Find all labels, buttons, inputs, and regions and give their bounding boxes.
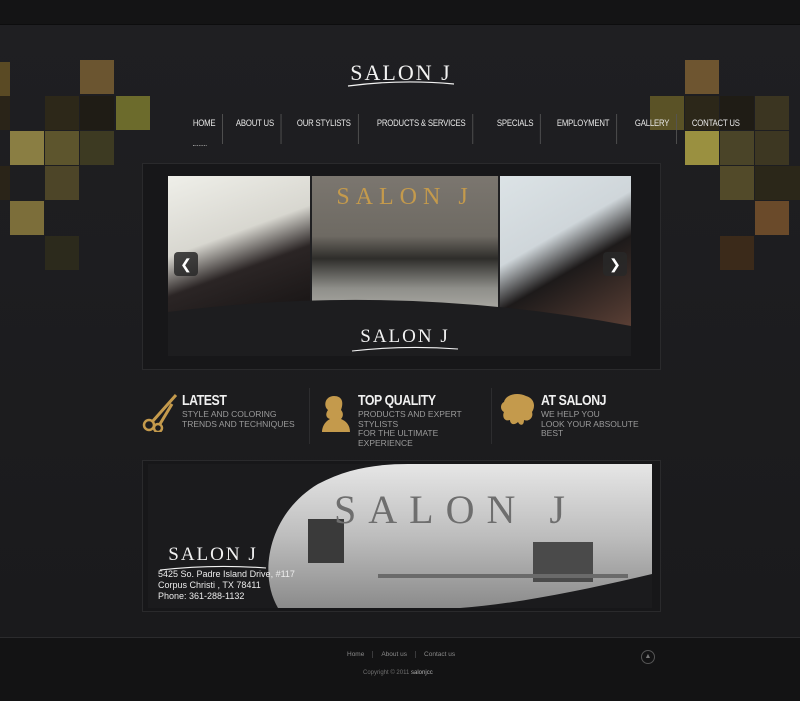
slider-logo-text: SALON J <box>360 326 450 347</box>
nav-item-contact-us[interactable]: CONTACT US <box>685 114 747 144</box>
feature-text: WE HELP YOU LOOK YOUR ABSOLUTE BEST <box>541 409 639 438</box>
feature-divider <box>309 388 310 444</box>
scissors-icon <box>142 394 178 432</box>
banner-logo-text: SALON J <box>168 544 258 565</box>
banner-salon-sign: SALON J <box>334 487 577 532</box>
nav-item-specials[interactable]: SPECIALS <box>490 114 542 144</box>
site-logo[interactable]: SALON J <box>346 60 456 87</box>
chevron-left-icon: ❮ <box>180 256 192 272</box>
hair-silhouette-icon <box>501 394 534 425</box>
nav-item-home[interactable]: HOME <box>186 114 224 146</box>
address-line-1: 5425 So. Padre Island Drive, #117 <box>158 569 295 579</box>
footer-links: Home About us Contact us <box>339 651 463 658</box>
feature-text: STYLE AND COLORING TRENDS AND TECHNIQUES <box>182 409 295 429</box>
feature-latest: LATEST STYLE AND COLORING TRENDS AND TEC… <box>142 392 307 444</box>
footer <box>0 637 800 701</box>
nav-item-products-services[interactable]: PRODUCTS & SERVICES <box>370 114 474 144</box>
salon-sign: SALON J <box>336 184 474 210</box>
nav-item-about-us[interactable]: ABOUT US <box>229 114 282 144</box>
feature-text: PRODUCTS AND EXPERT STYLISTS FOR THE ULT… <box>358 409 462 448</box>
feature-title: LATEST <box>182 392 227 409</box>
feature-title: TOP QUALITY <box>358 392 436 409</box>
logo-swoosh <box>347 81 455 87</box>
back-to-top-button[interactable]: ▲ <box>641 650 655 664</box>
arrow-up-icon: ▲ <box>644 653 652 660</box>
copyright-text: Copyright © 2011 <box>363 670 410 676</box>
woman-silhouette-icon <box>322 396 350 432</box>
phone-number: Phone: 361-288-1132 <box>158 591 245 601</box>
chevron-right-icon: ❯ <box>609 256 621 272</box>
footer-link-about-us[interactable]: About us <box>373 651 417 658</box>
address-block: 5425 So. Padre Island Drive, #117 Corpus… <box>158 569 295 602</box>
copyright-brand[interactable]: salonjcc <box>411 670 433 676</box>
slider-next-button[interactable]: ❯ <box>603 252 627 276</box>
feature-divider <box>491 388 492 444</box>
footer-link-contact-us[interactable]: Contact us <box>416 651 463 658</box>
main-nav: HOME ABOUT US OUR STYLISTS PRODUCTS & SE… <box>186 114 756 146</box>
address-line-2: Corpus Christi , TX 78411 <box>158 580 261 590</box>
nav-item-gallery[interactable]: GALLERY <box>628 114 677 144</box>
slider-logo-swoosh <box>351 346 459 352</box>
nav-item-our-stylists[interactable]: OUR STYLISTS <box>290 114 359 144</box>
footer-link-home[interactable]: Home <box>339 651 374 658</box>
feature-at-salonj: AT SALONJ WE HELP YOU LOOK YOUR ABSOLUTE… <box>500 392 660 444</box>
copyright: Copyright © 2011 salonjcc <box>363 670 433 676</box>
feature-top-quality: TOP QUALITY PRODUCTS AND EXPERT STYLISTS… <box>320 392 490 447</box>
slider-prev-button[interactable]: ❮ <box>174 252 198 276</box>
nav-item-employment[interactable]: EMPLOYMENT <box>550 114 617 144</box>
banner-logo: SALON J <box>158 544 268 571</box>
feature-title: AT SALONJ <box>541 392 607 409</box>
slider-logo: SALON J <box>350 326 460 352</box>
top-bar <box>0 0 800 25</box>
